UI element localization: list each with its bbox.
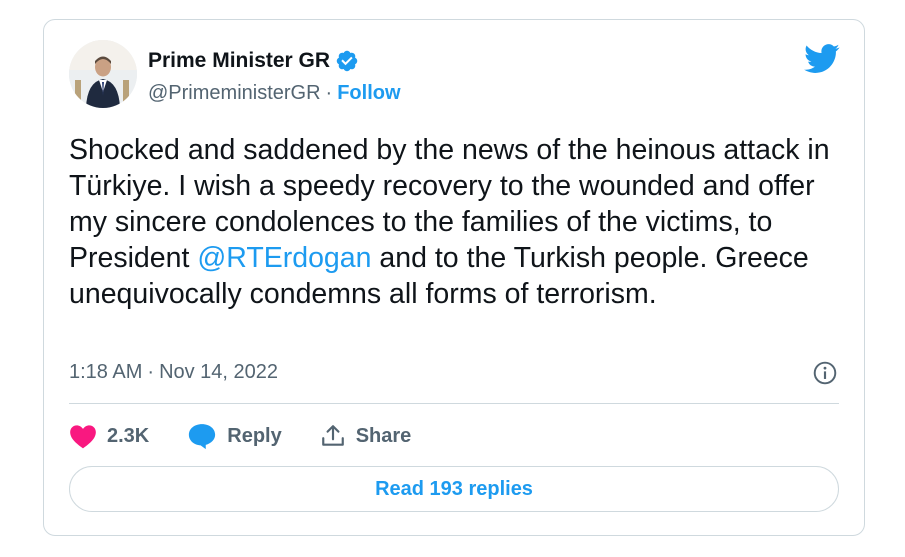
author-name-row[interactable]: Prime Minister GR [148, 48, 359, 74]
verified-badge-icon [336, 50, 358, 72]
share-button[interactable]: Share [320, 423, 412, 449]
heart-icon [70, 425, 96, 449]
timestamp-separator: · [147, 361, 155, 383]
handle-separator: · [325, 82, 333, 104]
reply-bubble-icon [189, 424, 216, 450]
avatar-image [69, 40, 137, 108]
author-handle[interactable]: @PrimeministerGR [148, 81, 321, 105]
mention-link[interactable]: @RTErdogan [197, 242, 371, 274]
action-bar: 2.3K Reply Share [69, 418, 449, 454]
info-icon[interactable] [812, 360, 838, 386]
read-replies-button[interactable]: Read 193 replies [69, 466, 839, 512]
share-label: Share [355, 424, 412, 447]
author-display-name[interactable]: Prime Minister GR [148, 48, 330, 74]
twitter-bird-icon[interactable] [804, 44, 840, 74]
likes-count: 2.3K [107, 424, 150, 447]
tweet-card: Prime Minister GR @PrimeministerGR · Fol… [43, 19, 865, 536]
tweet-date[interactable]: Nov 14, 2022 [159, 361, 278, 384]
divider [69, 403, 839, 404]
share-icon [321, 425, 344, 446]
reply-button[interactable]: Reply [187, 422, 282, 450]
avatar[interactable] [69, 40, 137, 108]
author-handle-row: @PrimeministerGR · Follow [148, 81, 401, 105]
like-button[interactable]: 2.3K [69, 423, 149, 449]
tweet-time[interactable]: 1:18 AM [69, 361, 142, 384]
reply-label: Reply [227, 424, 282, 447]
tweet-timestamp[interactable]: 1:18 AM · Nov 14, 2022 [69, 361, 278, 384]
tweet-text: Shocked and saddened by the news of the … [69, 132, 849, 312]
follow-button[interactable]: Follow [337, 81, 400, 105]
